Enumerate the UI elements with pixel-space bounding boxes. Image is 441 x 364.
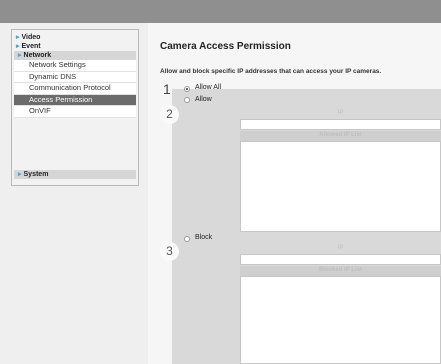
expand-arrow-icon: ▸ <box>16 34 20 41</box>
menu-section-event[interactable]: ▸ Event <box>12 42 138 51</box>
blocked-ip-list[interactable] <box>240 276 441 364</box>
allowed-ip-column-header: IP <box>337 110 344 116</box>
sidebar-item-onvif[interactable]: OnVIF <box>14 106 136 118</box>
allow-all-radio[interactable] <box>184 86 190 92</box>
allow-radio[interactable] <box>184 97 190 103</box>
page-description: Allow and block specific IP addresses th… <box>160 68 382 75</box>
menu-section-event-label: Event <box>21 43 41 50</box>
page-title: Camera Access Permission <box>160 41 291 52</box>
menu-section-network-label: Network <box>23 52 52 59</box>
callout-3: 3 <box>160 242 179 261</box>
allow-label: Allow <box>195 96 212 103</box>
menu-section-video-label: Video <box>21 34 41 41</box>
callout-2: 2 <box>160 105 179 124</box>
allowed-ip-list[interactable] <box>240 141 441 232</box>
expand-arrow-icon: ▸ <box>18 171 22 178</box>
collapse-arrow-icon: ▸ <box>18 52 22 59</box>
blocked-ip-input[interactable] <box>240 254 441 265</box>
menu-section-system-label: System <box>23 171 49 178</box>
top-bar <box>0 0 441 23</box>
allowed-ip-input[interactable] <box>240 119 441 130</box>
blocked-ip-column-header: IP <box>337 245 344 251</box>
sidebar-item-network-settings[interactable]: Network Settings <box>14 60 136 72</box>
sidebar-item-access-permission[interactable]: Access Permission <box>14 94 136 106</box>
menu-section-video[interactable]: ▸ Video <box>12 33 138 42</box>
sidebar-menu: ▸ Video ▸ Event ▸ Network Network Settings … <box>11 29 139 186</box>
menu-section-system[interactable]: ▸ System <box>14 170 136 179</box>
callout-1: 1 <box>163 81 171 97</box>
sidebar-item-dynamic-dns[interactable]: Dynamic DNS <box>14 71 136 83</box>
expand-arrow-icon: ▸ <box>16 43 20 50</box>
menu-section-network[interactable]: ▸ Network <box>14 51 136 60</box>
allowed-ip-list-header: Allowed IP List <box>240 131 441 141</box>
block-label: Block <box>195 234 213 241</box>
allow-all-label: Allow All <box>195 84 222 91</box>
blocked-ip-list-header: Blocked IP List <box>240 266 441 276</box>
sidebar-item-communication-protocol[interactable]: Communication Protocol <box>14 83 136 95</box>
block-radio[interactable] <box>184 236 190 242</box>
